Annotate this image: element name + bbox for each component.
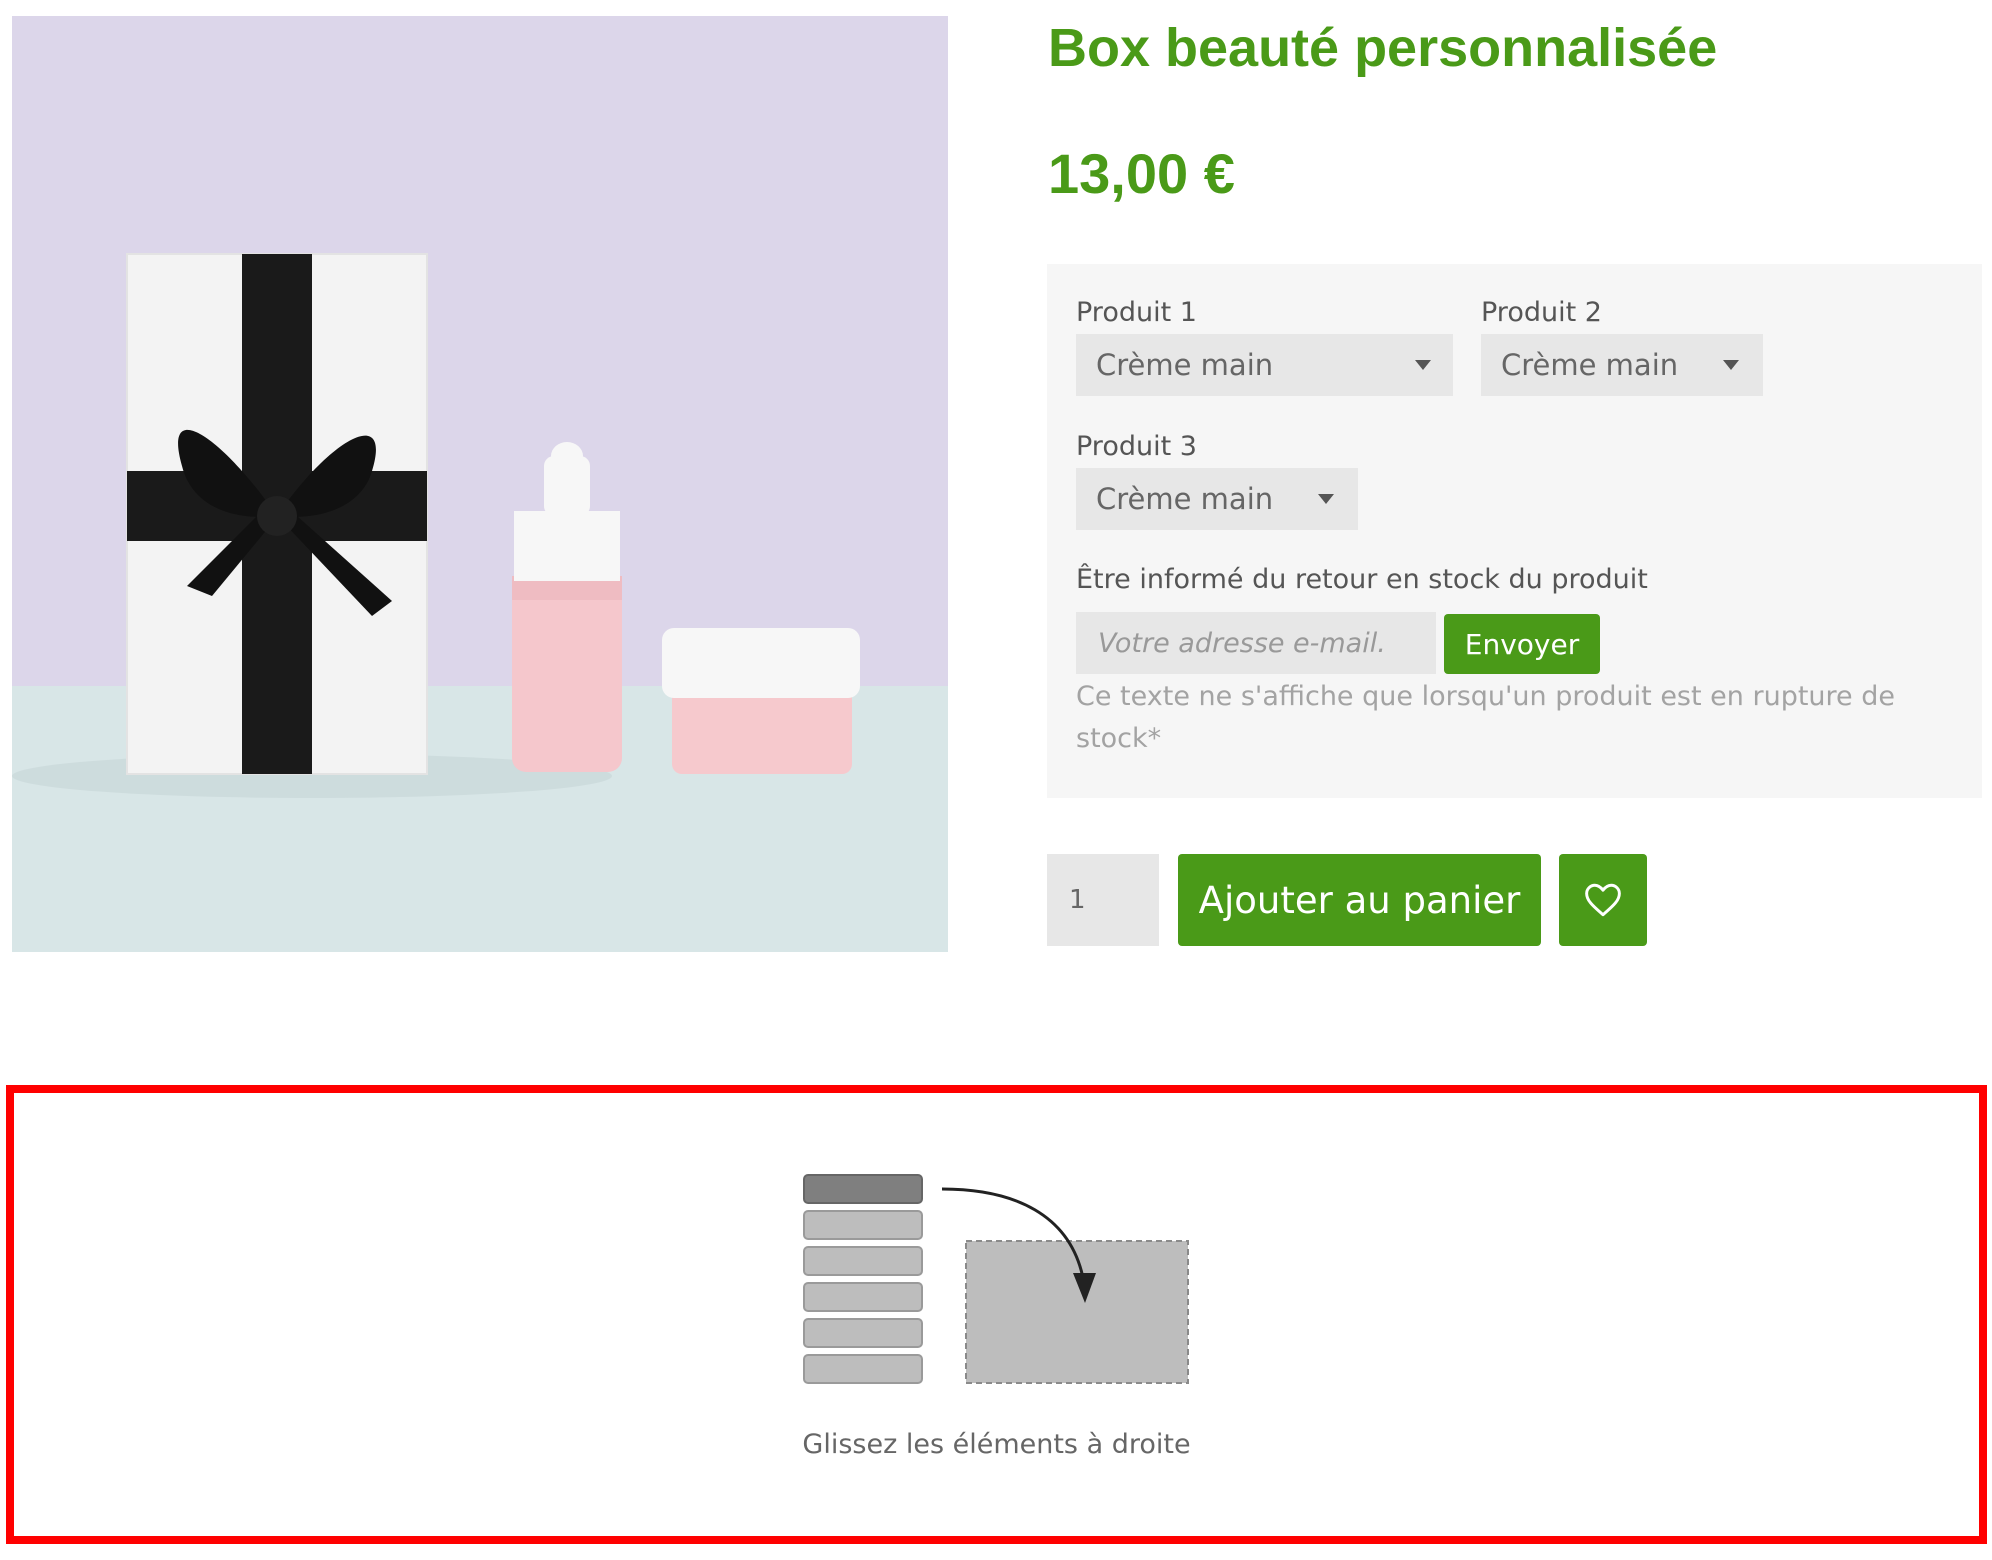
product1-select[interactable]: Crème main [1076, 334, 1453, 396]
product1-label: Produit 1 [1076, 297, 1197, 328]
wishlist-button[interactable] [1559, 854, 1647, 946]
drop-zone-caption: Glissez les éléments à droite [802, 1429, 1191, 1460]
stock-alert-label: Être informé du retour en stock du produ… [1076, 564, 1648, 595]
add-to-cart-button[interactable]: Ajouter au panier [1178, 854, 1541, 946]
product2-select[interactable]: Crème main [1481, 334, 1763, 396]
options-panel: Produit 1 Crème main Produit 2 Crème mai… [1047, 264, 1982, 798]
product2-label: Produit 2 [1481, 297, 1602, 328]
quantity-input[interactable]: 1 [1047, 854, 1159, 946]
stock-note: Ce texte ne s'affiche que lorsqu'un prod… [1076, 681, 1895, 754]
heart-icon [1585, 883, 1621, 917]
product-photo [12, 16, 948, 952]
product1-value: Crème main [1096, 348, 1274, 382]
product3-select[interactable]: Crème main [1076, 468, 1358, 530]
product3-value: Crème main [1096, 482, 1274, 516]
drag-drop-illustration [803, 1174, 1189, 1384]
email-input[interactable]: Votre adresse e-mail. [1076, 612, 1436, 674]
chevron-down-icon [1318, 494, 1334, 504]
quantity-value: 1 [1069, 885, 1086, 915]
email-placeholder: Votre adresse e-mail. [1098, 627, 1386, 659]
product-price: 13,00 € [1048, 142, 1235, 205]
drop-zone[interactable]: Glissez les éléments à droite [6, 1085, 1987, 1544]
send-button[interactable]: Envoyer [1444, 614, 1600, 674]
product3-label: Produit 3 [1076, 431, 1197, 462]
product-image [12, 16, 948, 952]
product2-value: Crème main [1501, 348, 1679, 382]
chevron-down-icon [1415, 360, 1431, 370]
product-title: Box beauté personnalisée [1048, 18, 1718, 78]
chevron-down-icon [1723, 360, 1739, 370]
